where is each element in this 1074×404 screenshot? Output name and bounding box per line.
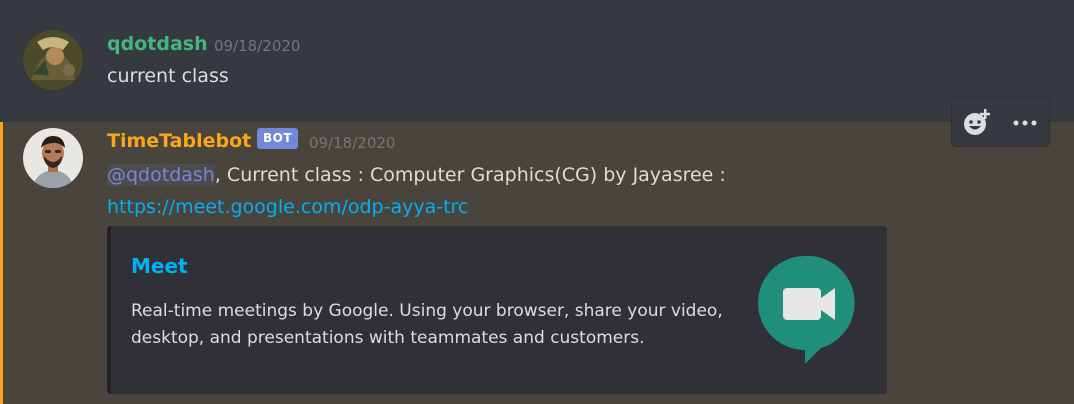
google-meet-logo	[755, 254, 855, 370]
user-avatar[interactable]	[23, 30, 83, 90]
message-timestamp: 09/18/2020	[214, 37, 301, 55]
person-photo-avatar	[23, 128, 83, 188]
embed-title[interactable]: Meet	[131, 254, 188, 278]
bot-badge: BOT	[257, 128, 299, 149]
message-content: @qdotdash, Current class : Computer Grap…	[107, 164, 726, 186]
message-toolbar	[951, 97, 1050, 147]
embed-description: Real-time meetings by Google. Using your…	[131, 301, 723, 348]
message-text: , Current class : Computer Graphics(CG) …	[214, 164, 726, 186]
message-qdotdash: qdotdash 09/18/2020 current class	[0, 0, 1074, 122]
add-reaction-icon[interactable]	[960, 106, 994, 140]
bot-username[interactable]: TimeTablebot	[107, 130, 251, 152]
fantasy-character-avatar	[23, 30, 83, 90]
username[interactable]: qdotdash	[107, 33, 208, 55]
more-options-icon[interactable]	[1008, 106, 1042, 140]
bot-avatar[interactable]	[23, 128, 83, 188]
message-timetablebot: TimeTablebot BOT 09/18/2020 @qdotdash, C…	[0, 122, 1074, 404]
link-embed: Meet Real-time meetings by Google. Using…	[107, 226, 887, 394]
message-timestamp: 09/18/2020	[309, 134, 396, 152]
message-content: current class	[107, 65, 229, 87]
meet-link[interactable]: https://meet.google.com/odp-ayya-trc	[107, 196, 468, 218]
user-mention[interactable]: @qdotdash	[107, 164, 215, 186]
